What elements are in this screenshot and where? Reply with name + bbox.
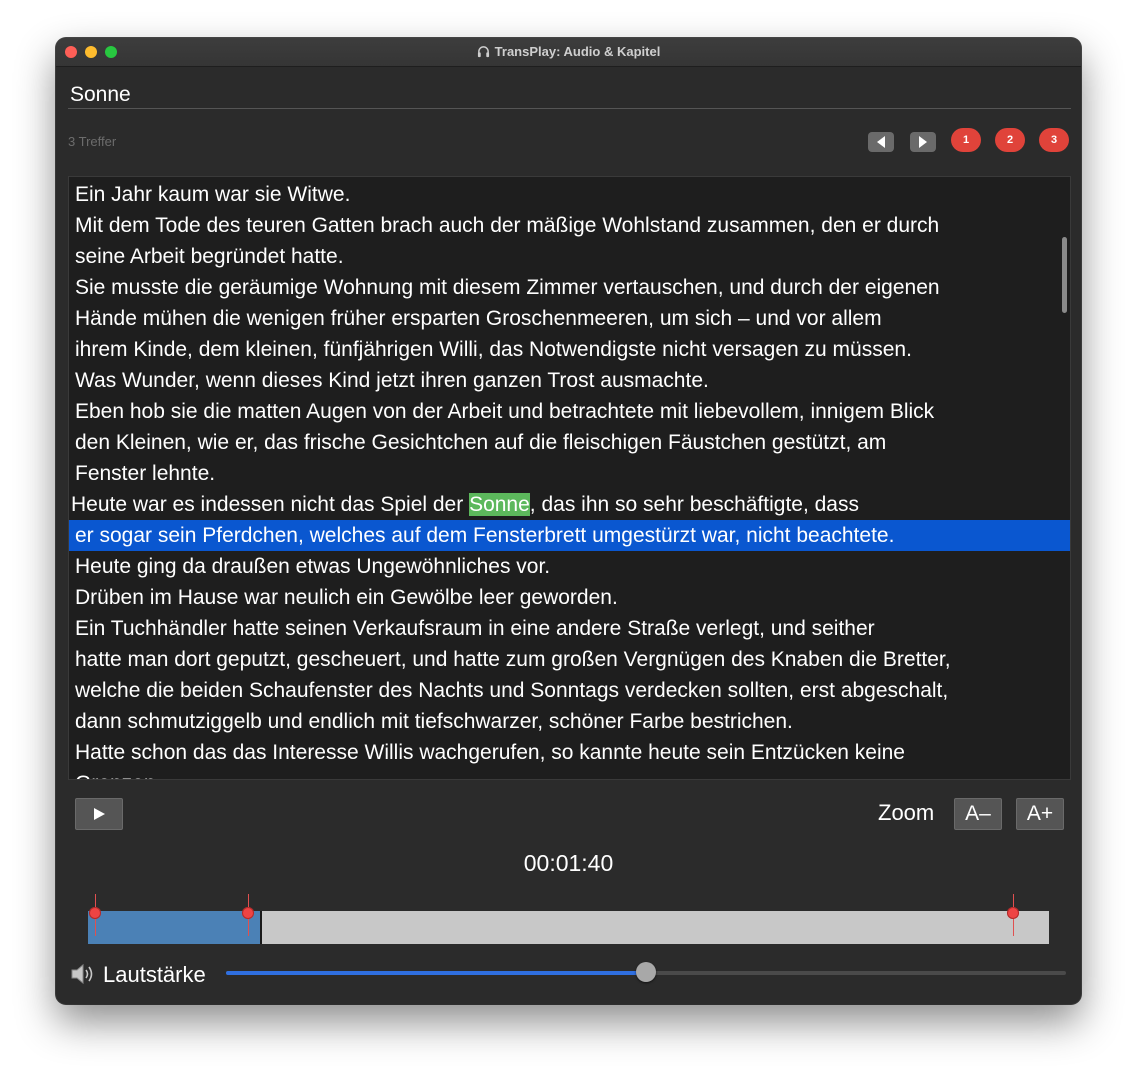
- timeline-played-portion: [88, 911, 261, 944]
- volume-slider-fill: [226, 971, 646, 975]
- vertical-scrollbar[interactable]: [1062, 237, 1067, 313]
- transcript-line: ihrem Kinde, dem kleinen, fünfjährigen W…: [75, 338, 912, 361]
- previous-hit-icon: [877, 136, 885, 148]
- next-hit-icon: [919, 136, 927, 148]
- transcript-line: Heute ging da draußen etwas Ungewöhnlich…: [75, 555, 551, 578]
- search-input[interactable]: [68, 82, 1071, 109]
- previous-hit-button[interactable]: [868, 132, 894, 152]
- speaker-icon: [70, 962, 96, 991]
- playback-time: 00:01:40: [523, 850, 614, 876]
- transcript-line: Hatte schon das das Interesse Willis wac…: [75, 741, 905, 764]
- volume-slider-knob[interactable]: [636, 962, 656, 982]
- chapter-marker-1[interactable]: [88, 907, 101, 919]
- zoom-out-button[interactable]: A–: [954, 798, 1002, 830]
- transcript-line: Was Wunder, wenn dieses Kind jetzt ihren…: [75, 369, 709, 392]
- hit-badge-1[interactable]: 1: [951, 128, 981, 152]
- transcript-line: Ein Jahr kaum war sie Witwe.: [75, 183, 351, 206]
- selected-transcript-line[interactable]: er sogar sein Pferdchen, welches auf dem…: [69, 520, 1070, 551]
- transcript-text-area[interactable]: Ein Jahr kaum war sie Witwe. Mit dem Tod…: [68, 176, 1071, 780]
- play-icon: [94, 808, 105, 820]
- hit-badge-3[interactable]: 3: [1039, 128, 1069, 152]
- transcript-line: Hände mühen die wenigen früher ersparten…: [75, 307, 882, 330]
- headphones-icon: [477, 45, 490, 61]
- transcript-line: Ein Tuchhändler hatte seinen Verkaufsrau…: [75, 617, 875, 640]
- play-button[interactable]: [75, 798, 123, 830]
- volume-label: Lautstärke: [103, 962, 206, 987]
- transcript-line: Fenster lehnte.: [75, 462, 216, 485]
- transcript-line: hatte man dort geputzt, gescheuert, und …: [75, 648, 951, 671]
- hit-badge-2[interactable]: 2: [995, 128, 1025, 152]
- playhead[interactable]: [260, 911, 263, 944]
- window-title-area: TransPlay: Audio & Kapitel: [56, 44, 1081, 61]
- match-suffix: , das ihn so sehr beschäftigte, dass: [529, 493, 859, 516]
- transcript-line: seine Arbeit begründet hatte.: [75, 245, 344, 268]
- transcript-line: Mit dem Tode des teuren Gatten brach auc…: [75, 214, 940, 237]
- title-bar: TransPlay: Audio & Kapitel: [56, 38, 1081, 67]
- app-window: TransPlay: Audio & Kapitel 3 Treffer 1 2…: [56, 38, 1081, 1004]
- transcript-line: Drüben im Hause war neulich ein Gewölbe …: [75, 586, 618, 609]
- transcript-line: Grenzen.: [69, 768, 1070, 779]
- transcript-line: Sie musste die geräumige Wohnung mit die…: [75, 276, 940, 299]
- transcript-line: den Kleinen, wie er, das frische Gesicht…: [75, 431, 887, 454]
- match-prefix: Heute war es indessen nicht das Spiel de…: [71, 493, 470, 516]
- search-match-highlight[interactable]: Sonne: [469, 493, 530, 516]
- window-title: TransPlay: Audio & Kapitel: [494, 44, 661, 59]
- transcript-line: Eben hob sie die matten Augen von der Ar…: [75, 400, 935, 423]
- timeline-track[interactable]: [88, 911, 1049, 944]
- zoom-in-button[interactable]: A+: [1016, 798, 1064, 830]
- transcript-line-with-match: Heute war es indessen nicht das Spiel de…: [69, 489, 1070, 520]
- hit-count: 3 Treffer: [68, 134, 117, 149]
- next-hit-button[interactable]: [910, 132, 936, 152]
- zoom-label: Zoom: [878, 800, 935, 825]
- transcript-line: welche die beiden Schaufenster des Nacht…: [75, 679, 949, 702]
- transcript-line: dann schmutziggelb und endlich mit tiefs…: [75, 710, 793, 733]
